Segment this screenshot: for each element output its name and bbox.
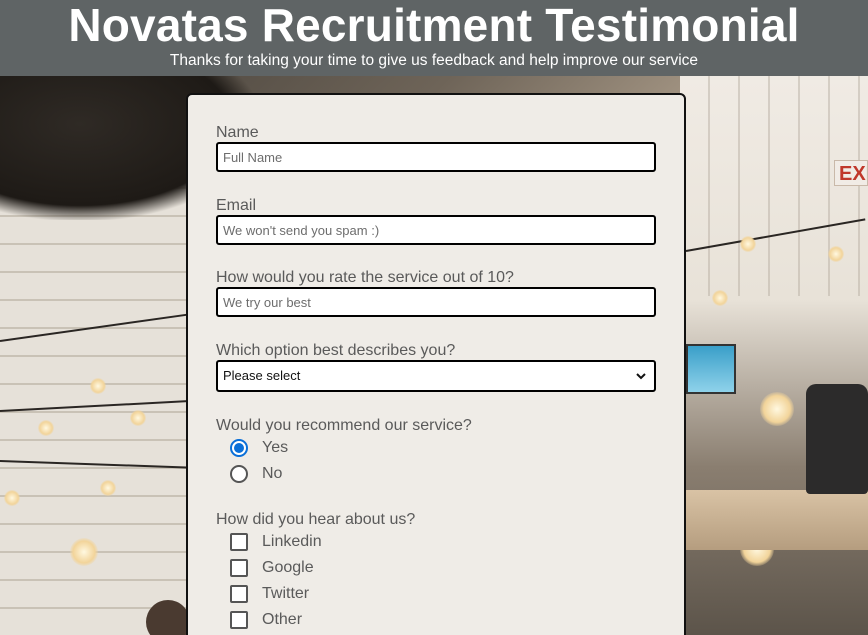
page-title: Novatas Recruitment Testimonial [68, 0, 800, 51]
recommend-option-yes[interactable]: Yes [230, 437, 288, 459]
role-select-value: Please select [223, 368, 301, 383]
recommend-option-no[interactable]: No [230, 463, 282, 485]
checkbox-linkedin[interactable] [230, 533, 248, 551]
source-option-other[interactable]: Other [230, 609, 302, 631]
background-monitor [686, 344, 736, 394]
rating-label: How would you rate the service out of 10… [216, 269, 514, 286]
rating-input[interactable] [216, 287, 656, 317]
background-desk [686, 490, 868, 550]
name-label: Name [216, 124, 259, 141]
radio-no-label: No [262, 465, 283, 482]
checkbox-twitter-label: Twitter [262, 585, 310, 602]
checkbox-other[interactable] [230, 611, 248, 629]
recommend-label: Would you recommend our service? [216, 417, 472, 434]
page-subtitle: Thanks for taking your time to give us f… [169, 52, 699, 69]
background-bulb [100, 480, 116, 496]
role-label: Which option best describes you? [216, 342, 456, 359]
background-bulb [90, 378, 106, 394]
page-header: Novatas Recruitment Testimonial Thanks f… [0, 0, 868, 76]
background-bulb [38, 420, 54, 436]
background-bulb [70, 538, 98, 566]
source-option-google[interactable]: Google [230, 557, 314, 579]
background-bulb [4, 490, 20, 506]
checkbox-google-label: Google [262, 559, 314, 576]
source-option-linkedin[interactable]: Linkedin [230, 531, 322, 553]
checkbox-twitter[interactable] [230, 585, 248, 603]
email-input[interactable] [216, 215, 656, 245]
background-exit-sign: EXIT [834, 160, 868, 186]
radio-yes[interactable] [230, 439, 248, 457]
background-bulb [130, 410, 146, 426]
background-office-chair [806, 384, 868, 494]
checkbox-linkedin-label: Linkedin [262, 533, 322, 550]
testimonial-form: Name Email How would you rate the servic… [186, 93, 686, 635]
role-select[interactable]: Please select [216, 360, 656, 392]
source-option-twitter[interactable]: Twitter [230, 583, 309, 605]
background-wall-panels [680, 76, 868, 296]
background-bulb [760, 392, 794, 426]
name-input[interactable] [216, 142, 656, 172]
background-bulb [828, 246, 844, 262]
radio-no[interactable] [230, 465, 248, 483]
checkbox-google[interactable] [230, 559, 248, 577]
checkbox-other-label: Other [262, 611, 303, 628]
page: EXIT Novatas Recruitment Testimonial Tha… [0, 0, 868, 635]
chevron-down-icon [636, 373, 646, 380]
source-label: How did you hear about us? [216, 511, 416, 528]
background-bulb [740, 236, 756, 252]
background-bulb [712, 290, 728, 306]
radio-yes-label: Yes [262, 439, 289, 456]
email-label: Email [216, 197, 257, 214]
